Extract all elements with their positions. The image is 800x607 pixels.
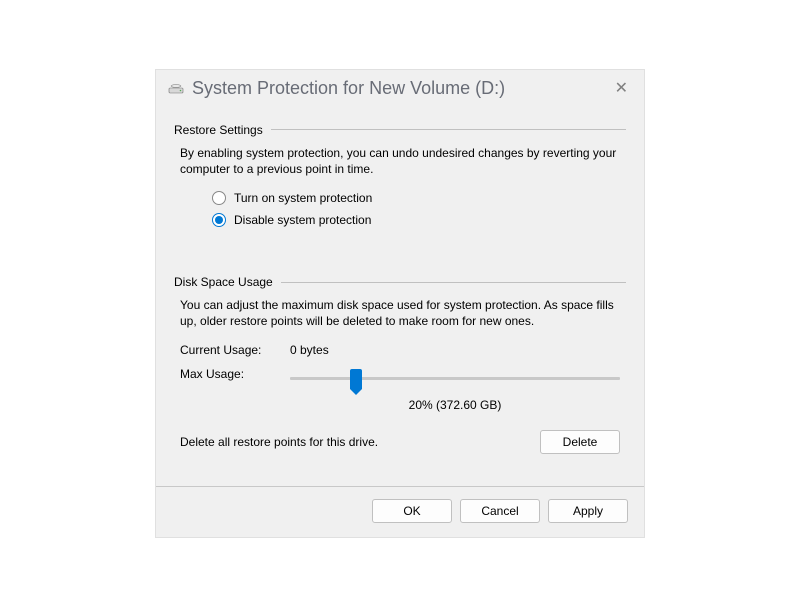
radio-turn-on[interactable]: Turn on system protection xyxy=(212,191,626,205)
window-title: System Protection for New Volume (D:) xyxy=(192,78,611,99)
disk-usage-label: Disk Space Usage xyxy=(174,275,281,289)
delete-description: Delete all restore points for this drive… xyxy=(180,435,378,449)
radio-icon xyxy=(212,191,226,205)
disk-description: You can adjust the maximum disk space us… xyxy=(180,297,620,329)
max-usage-label: Max Usage: xyxy=(180,367,290,412)
titlebar: System Protection for New Volume (D:) ✕ xyxy=(156,70,644,105)
cancel-button[interactable]: Cancel xyxy=(460,499,540,523)
apply-button[interactable]: Apply xyxy=(548,499,628,523)
restore-settings-header: Restore Settings xyxy=(174,123,626,137)
delete-button[interactable]: Delete xyxy=(540,430,620,454)
current-usage-value: 0 bytes xyxy=(290,343,329,357)
current-usage-label: Current Usage: xyxy=(180,343,290,357)
radio-disable[interactable]: Disable system protection xyxy=(212,213,626,227)
current-usage-row: Current Usage: 0 bytes xyxy=(180,343,620,357)
delete-row: Delete all restore points for this drive… xyxy=(180,430,620,454)
max-usage-row: Max Usage: 20% (372.60 GB) xyxy=(180,367,620,412)
radio-turn-on-label: Turn on system protection xyxy=(234,191,372,205)
slider-caption: 20% (372.60 GB) xyxy=(290,398,620,412)
ok-button[interactable]: OK xyxy=(372,499,452,523)
dialog-content: Restore Settings By enabling system prot… xyxy=(156,105,644,477)
max-usage-slider[interactable]: 20% (372.60 GB) xyxy=(290,367,620,412)
drive-icon xyxy=(168,80,184,96)
radio-disable-label: Disable system protection xyxy=(234,213,371,227)
dialog-footer: OK Cancel Apply xyxy=(156,487,644,537)
protection-radio-group: Turn on system protection Disable system… xyxy=(212,191,626,227)
slider-track xyxy=(290,377,620,380)
radio-icon xyxy=(212,213,226,227)
disk-usage-header: Disk Space Usage xyxy=(174,275,626,289)
slider-thumb[interactable] xyxy=(350,369,362,389)
system-protection-dialog: System Protection for New Volume (D:) ✕ … xyxy=(155,69,645,539)
restore-description: By enabling system protection, you can u… xyxy=(180,145,620,177)
restore-settings-label: Restore Settings xyxy=(174,123,271,137)
close-icon[interactable]: ✕ xyxy=(611,78,632,98)
